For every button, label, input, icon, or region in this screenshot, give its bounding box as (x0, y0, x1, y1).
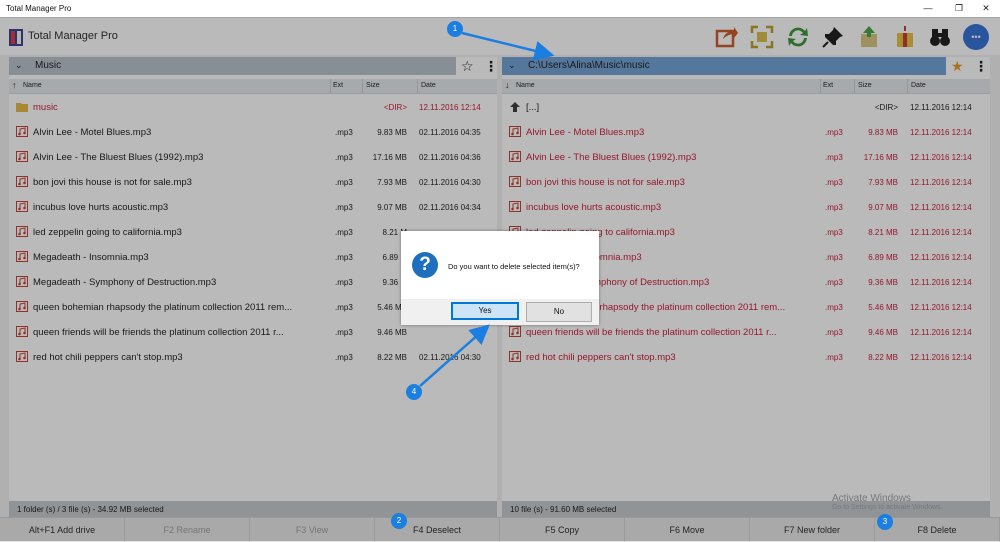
dialog-message: Do you want to delete selected item(s)? (448, 262, 580, 271)
close-button[interactable]: ✕ (972, 0, 1000, 17)
callout-3: 3 (877, 514, 893, 530)
maximize-button[interactable]: ❐ (945, 0, 973, 17)
no-button[interactable]: No (526, 302, 592, 322)
window-title: Total Manager Pro (6, 4, 72, 13)
window-titlebar: Total Manager Pro — ❐ ✕ (0, 0, 1000, 18)
callout-4: 4 (406, 384, 422, 400)
yes-button[interactable]: Yes (451, 302, 519, 320)
delete-confirm-dialog: ? Do you want to delete selected item(s)… (401, 231, 599, 325)
minimize-button[interactable]: — (914, 0, 942, 17)
question-icon: ? (412, 252, 438, 278)
callout-1: 1 (447, 21, 463, 37)
dialog-button-row: Yes No (401, 299, 599, 325)
callout-2: 2 (391, 513, 407, 529)
